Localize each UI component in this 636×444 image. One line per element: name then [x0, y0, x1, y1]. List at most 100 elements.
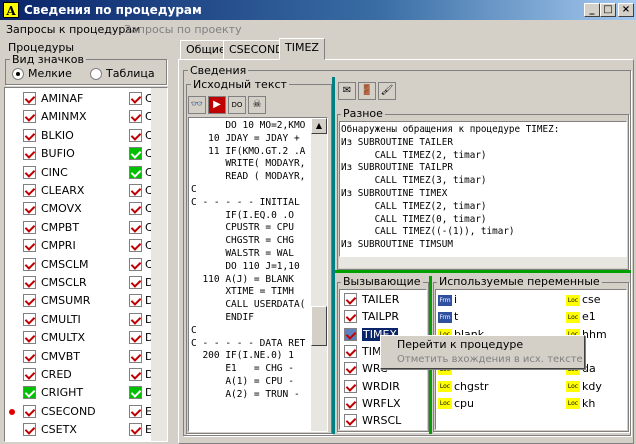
radio-table[interactable]	[90, 68, 102, 80]
procedure-item[interactable]: CMPBT	[41, 221, 79, 234]
menu-mark-occurrences[interactable]: Отметить вхождения в исх. тексте	[397, 354, 583, 365]
procedure-checkbox[interactable]	[129, 220, 142, 234]
vertical-splitter[interactable]	[332, 77, 335, 434]
procedure-item[interactable]: AMINMX	[41, 110, 87, 123]
goto-icon[interactable]: ▶	[208, 96, 226, 114]
caller-item[interactable]: TIM	[362, 345, 381, 358]
procedure-checkbox[interactable]	[23, 239, 36, 253]
caller-checkbox[interactable]	[344, 327, 357, 341]
procedure-checkbox[interactable]	[129, 110, 142, 124]
variable-item[interactable]: Loc cpu	[438, 397, 474, 410]
procedure-checkbox[interactable]	[129, 386, 142, 400]
procedure-checkbox[interactable]	[129, 368, 142, 381]
variable-item[interactable]: Frm i	[438, 293, 457, 306]
procedure-item[interactable]: AMINAF	[41, 92, 83, 105]
procedure-checkbox[interactable]	[23, 165, 36, 179]
procedure-checkbox[interactable]	[23, 368, 36, 381]
procedure-checkbox[interactable]	[23, 110, 36, 124]
procedure-checkbox[interactable]	[129, 349, 142, 363]
procedure-item[interactable]: CRED	[41, 368, 72, 381]
procedure-checkbox[interactable]	[23, 128, 36, 142]
procedure-checkbox[interactable]	[23, 147, 36, 161]
radio-small-icons[interactable]	[12, 68, 24, 80]
procedure-checkbox[interactable]	[129, 294, 142, 308]
horizontal-splitter[interactable]	[335, 270, 631, 273]
menu-item-procedure-queries[interactable]: Запросы к процедурам	[6, 23, 140, 36]
source-scrollbar[interactable]: ▲	[311, 118, 327, 431]
procedure-item[interactable]: BLKIO	[41, 129, 74, 142]
procedure-item[interactable]: CMOVX	[41, 202, 82, 215]
procedure-checkbox[interactable]	[129, 331, 142, 345]
procedure-item[interactable]: CMULTX	[41, 331, 85, 344]
caller-checkbox[interactable]	[344, 310, 357, 324]
procedure-checkbox[interactable]	[129, 147, 142, 161]
misc-hscrollbar[interactable]	[339, 257, 627, 268]
procedure-checkbox[interactable]	[23, 276, 36, 289]
procedure-item[interactable]: CLEARX	[41, 184, 84, 197]
procedure-checkbox[interactable]	[129, 239, 142, 253]
procedure-checkbox[interactable]	[23, 294, 36, 308]
procedure-checkbox[interactable]	[23, 349, 36, 363]
procedures-scrollbar[interactable]	[151, 88, 167, 441]
source-text-area[interactable]: DO 10 MO=2,KMO 10 JDAY = JDAY + 11 IF(KM…	[188, 117, 328, 432]
procedure-item[interactable]: CSETX	[41, 423, 77, 436]
variable-item[interactable]: Loc chgstr	[438, 380, 489, 393]
procedure-item[interactable]: CMULTI	[41, 313, 81, 326]
variable-item[interactable]: Loc kh	[566, 397, 595, 410]
caller-checkbox[interactable]	[344, 379, 357, 393]
procedure-checkbox[interactable]	[23, 184, 36, 197]
procedure-checkbox[interactable]	[23, 220, 36, 234]
procedure-checkbox[interactable]	[129, 184, 142, 197]
procedure-item[interactable]: CRIGHT	[41, 386, 83, 399]
procedure-item[interactable]: CMPRI	[41, 239, 76, 252]
minimize-button[interactable]: _	[584, 3, 600, 17]
procedure-checkbox[interactable]	[129, 257, 142, 271]
procedure-checkbox[interactable]	[129, 165, 142, 179]
procedure-checkbox[interactable]	[23, 202, 36, 216]
caller-checkbox[interactable]	[344, 396, 357, 410]
procedure-item[interactable]: CINC	[41, 166, 68, 179]
procedure-checkbox[interactable]	[23, 386, 36, 400]
tab-timez[interactable]: TIMEZ	[279, 38, 325, 60]
caller-item[interactable]: TAILPR	[362, 310, 399, 323]
procedure-checkbox[interactable]	[23, 404, 36, 418]
procedure-checkbox[interactable]	[129, 128, 142, 142]
procedure-checkbox[interactable]	[129, 404, 142, 418]
caller-checkbox[interactable]	[344, 293, 357, 306]
mail-icon[interactable]: ✉	[338, 82, 356, 100]
caller-checkbox[interactable]	[344, 344, 357, 358]
procedure-item[interactable]: CMVBT	[41, 350, 80, 363]
close-button[interactable]: ×	[618, 3, 634, 17]
scroll-up-icon[interactable]: ▲	[311, 118, 327, 134]
procedure-item[interactable]: CSECOND	[41, 405, 96, 418]
procedure-checkbox[interactable]	[129, 276, 142, 289]
procedure-checkbox[interactable]	[23, 312, 36, 326]
procedure-checkbox[interactable]	[129, 92, 142, 105]
procedure-checkbox[interactable]	[23, 331, 36, 345]
procedure-checkbox[interactable]	[23, 92, 36, 105]
maximize-button[interactable]: □	[600, 3, 616, 17]
procedure-item[interactable]: CMSCLR	[41, 276, 87, 289]
variable-item[interactable]: Frm t	[438, 310, 458, 323]
caller-item[interactable]: WRDIR	[362, 380, 400, 393]
variable-item[interactable]: Loc kdy	[566, 380, 602, 393]
caller-item[interactable]: WRSCL	[362, 414, 401, 427]
scroll-thumb[interactable]	[311, 306, 327, 346]
skull-icon[interactable]: ☠	[248, 96, 266, 114]
brush-icon[interactable]: 🖌	[378, 82, 396, 100]
caller-item[interactable]: TAILER	[362, 293, 399, 306]
procedure-checkbox[interactable]	[23, 423, 36, 437]
procedure-item[interactable]: CMSUMR	[41, 294, 90, 307]
procedures-list[interactable]: AMINAF AMINMX BLKIO BUFIO CINC CLEARX CMOVX CMP…	[4, 87, 168, 442]
procedure-item[interactable]: CMSCLM	[41, 258, 88, 271]
procedure-checkbox[interactable]	[23, 257, 36, 271]
menu-goto-procedure[interactable]: Перейти к процедуре	[397, 338, 523, 351]
procedure-checkbox[interactable]	[129, 312, 142, 326]
procedure-item[interactable]: BUFIO	[41, 147, 75, 160]
binoculars-icon[interactable]: 👓	[188, 96, 206, 114]
caller-checkbox[interactable]	[344, 362, 357, 376]
misc-text-area[interactable]: Обнаружены обращения к процедуре TIMEZ: И…	[339, 121, 627, 257]
variable-item[interactable]: Loc cse	[566, 293, 601, 306]
procedure-checkbox[interactable]	[129, 423, 142, 437]
procedure-checkbox[interactable]	[129, 202, 142, 216]
